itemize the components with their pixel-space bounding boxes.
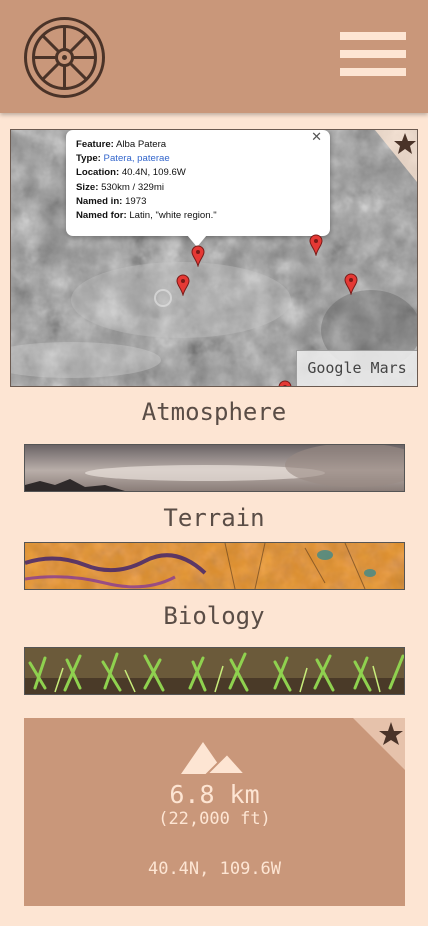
section-title-atmosphere: Atmosphere xyxy=(141,398,287,426)
favorite-star-button[interactable] xyxy=(375,130,417,182)
app-header xyxy=(0,0,428,113)
elevation-km: 6.8 km xyxy=(169,780,260,809)
biology-banner[interactable] xyxy=(24,647,405,695)
hamburger-menu-icon[interactable] xyxy=(340,30,406,78)
named-for-label: Named for: xyxy=(76,210,127,222)
feature-label: Feature: xyxy=(76,139,114,150)
named-in-value: 1973 xyxy=(125,195,147,207)
feature-info-popup: ✕ Feature: Alba Patera Type: Patera, pat… xyxy=(66,130,330,236)
map-pin-icon[interactable] xyxy=(176,274,190,296)
feature-value: Alba Patera xyxy=(116,139,167,150)
size-value: 530km / 329mi xyxy=(101,181,164,193)
mountain-icon xyxy=(181,742,245,774)
section-title-biology: Biology xyxy=(163,602,265,630)
ship-wheel-icon[interactable] xyxy=(23,16,106,99)
named-for-value: Latin, "white region." xyxy=(129,210,217,222)
terrain-banner[interactable] xyxy=(24,542,405,590)
section-title-terrain: Terrain xyxy=(163,504,265,532)
close-icon[interactable]: ✕ xyxy=(311,130,322,145)
atmosphere-banner[interactable] xyxy=(24,444,405,492)
map-pin-icon[interactable] xyxy=(278,380,292,387)
map-pin-icon[interactable] xyxy=(309,234,323,256)
elevation-card: 6.8 km (22,000 ft) 40.4N, 109.6W xyxy=(24,718,405,906)
type-label: Type: xyxy=(76,153,101,165)
favorite-star-button[interactable] xyxy=(353,718,405,770)
google-mars-attribution[interactable]: Google Mars xyxy=(296,350,417,386)
location-label: Location: xyxy=(76,167,120,179)
named-in-label: Named in: xyxy=(76,195,123,207)
mars-map[interactable]: ✕ Feature: Alba Patera Type: Patera, pat… xyxy=(10,129,418,387)
type-link[interactable]: Patera, paterae xyxy=(104,153,170,164)
size-label: Size: xyxy=(76,181,99,193)
map-pin-icon[interactable] xyxy=(191,245,205,267)
location-value: 40.4N, 109.6W xyxy=(121,167,186,179)
map-pin-icon[interactable] xyxy=(344,273,358,295)
elevation-ft: (22,000 ft) xyxy=(158,809,271,829)
feature-coordinates: 40.4N, 109.6W xyxy=(147,859,282,879)
